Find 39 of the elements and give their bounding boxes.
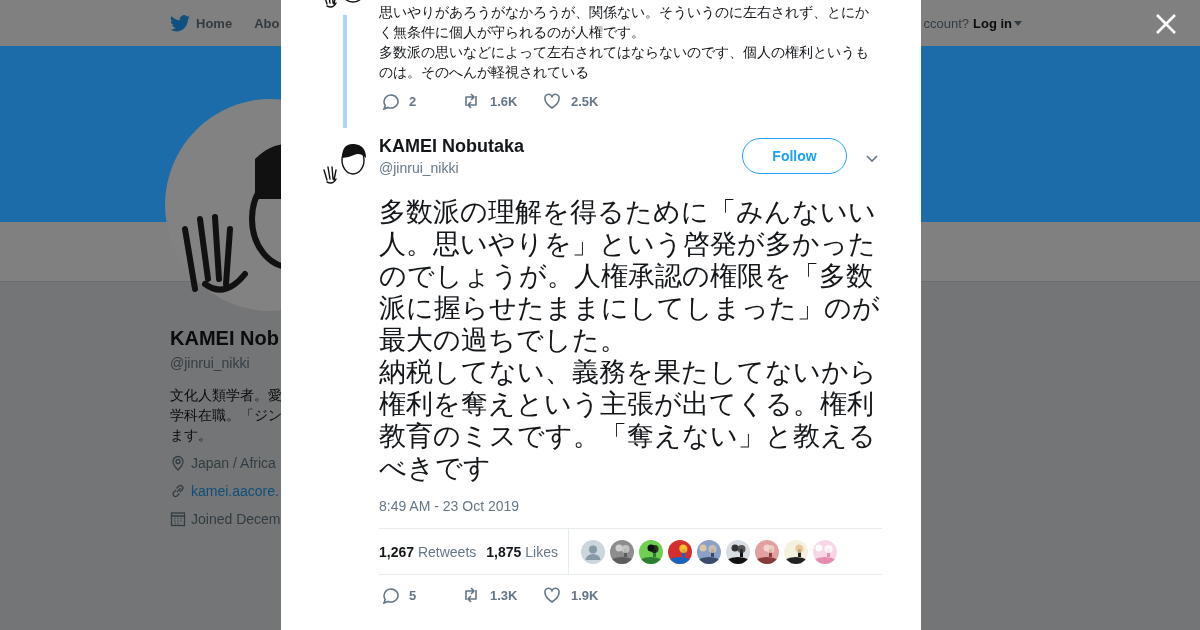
nav-link[interactable]: Abo bbox=[254, 15, 280, 31]
login-link[interactable]: Log in bbox=[973, 15, 1022, 31]
heart-button[interactable]: 1.9K bbox=[541, 586, 622, 604]
bird-icon bbox=[170, 14, 190, 32]
speech-bubble-icon bbox=[381, 586, 399, 604]
profile-joined-date: Joined Decem bbox=[191, 511, 281, 527]
author-handle[interactable]: @jinrui_nikki bbox=[379, 159, 524, 177]
speech-bubble-icon bbox=[381, 92, 399, 110]
profile-name: KAMEI Nob bbox=[170, 326, 280, 350]
speech-bubble-button[interactable]: 2 bbox=[379, 92, 460, 110]
speech-bubble-button[interactable]: 5 bbox=[379, 586, 460, 604]
retweet-button[interactable]: 1.3K bbox=[460, 586, 541, 604]
author-name[interactable]: KAMEI Nobutaka bbox=[379, 135, 524, 157]
account-prompt: ccount? bbox=[923, 15, 969, 31]
retweet-button[interactable]: 1.6K bbox=[460, 92, 541, 110]
retweet-icon bbox=[462, 92, 480, 110]
nav-link[interactable]: Home bbox=[170, 14, 233, 32]
retweet-icon bbox=[462, 586, 480, 604]
close-icon[interactable] bbox=[1155, 13, 1177, 35]
chevron-down-icon[interactable] bbox=[866, 155, 878, 163]
calendar-icon bbox=[170, 511, 186, 527]
profile-bio: 学科在職。「ジン bbox=[170, 406, 281, 425]
heart-icon bbox=[543, 586, 561, 604]
profile-location: Japan / Africa bbox=[191, 455, 276, 471]
profile-bio: ます。 bbox=[170, 426, 213, 445]
tweet-timestamp: 8:49 AM - 23 Oct 2019 bbox=[379, 497, 520, 516]
pin-icon bbox=[170, 455, 186, 471]
stat-link[interactable]: 1,875 Likes bbox=[486, 543, 558, 560]
profile-bio: 文化人類学者。愛 bbox=[170, 386, 281, 405]
follow-button[interactable]: Follow bbox=[742, 138, 847, 174]
heart-icon bbox=[543, 92, 561, 110]
caret-icon bbox=[1014, 20, 1022, 26]
stat-link[interactable]: 1,267 Retweets bbox=[379, 543, 477, 560]
tweet-text: 思いやりがあろうがなかろうが、関係ない。そういうのに左右されず、とにかく無条件に個人が守られるのが人権です。 多数派の思いなどによって左右されてはならないのです、個人の権利というものは。そのへんが軽視されている bbox=[379, 3, 870, 82]
link-icon bbox=[170, 483, 186, 499]
default-avatar-icon[interactable] bbox=[580, 539, 605, 564]
profile-handle: @jinrui_nikki bbox=[170, 354, 251, 372]
tweet-text: 多数派の理解を得るために「みんないい人。思いやりを」という啓発が多かったのでしょうが。人権承認の権限を「多数派に握らせたままにしてしまった」のが最大の過ちでした。 納税してない、義務を果たしてないから権利を奪えという主張が出てくる。権利教育のミスです。「奪えない」と教えるべきです bbox=[379, 196, 881, 484]
heart-button[interactable]: 2.5K bbox=[541, 92, 622, 110]
